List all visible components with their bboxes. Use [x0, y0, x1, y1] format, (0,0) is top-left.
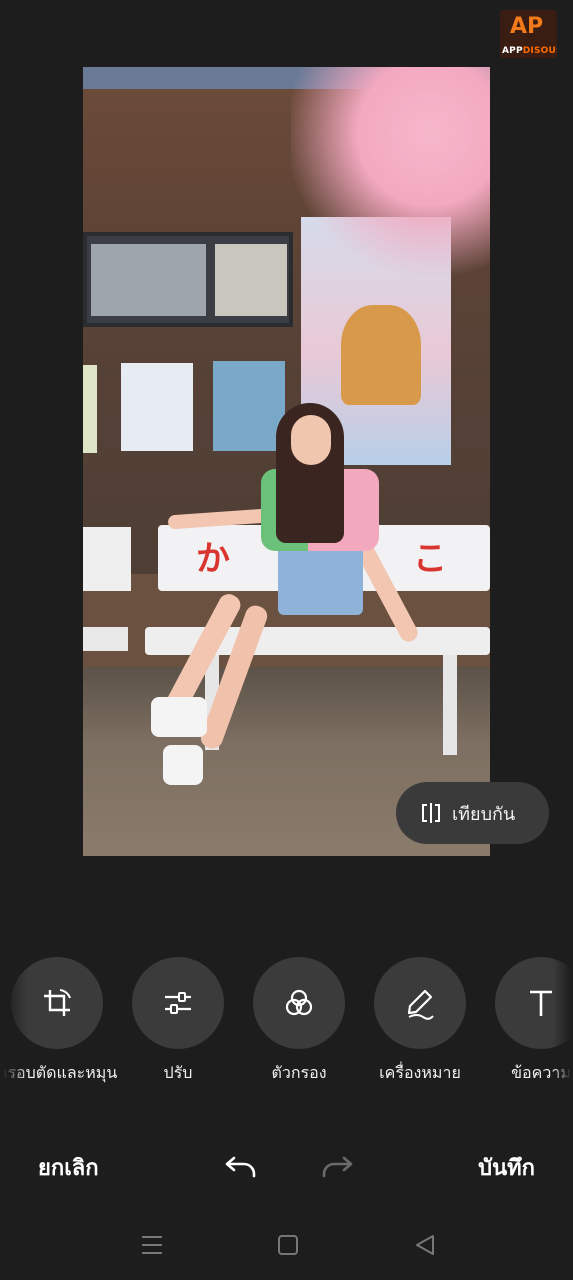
tool-circle[interactable] — [374, 957, 466, 1049]
photo-preview[interactable]: か こ — [83, 67, 490, 856]
logo-mark: AP — [510, 14, 544, 39]
back-icon[interactable] — [412, 1232, 438, 1258]
photo-bench-left-seat — [83, 627, 128, 651]
photo-shoe — [163, 745, 203, 785]
tool-markup[interactable]: เครื่องหมาย — [374, 957, 466, 1082]
crop-rotate-icon — [44, 989, 71, 1016]
compare-button[interactable]: เทียบกัน — [396, 782, 549, 844]
compare-label: เทียบกัน — [452, 803, 516, 825]
tool-label: ตัวกรอง — [271, 1063, 327, 1082]
tool-adjust[interactable]: ปรับ — [132, 957, 224, 1082]
photo-paper — [83, 365, 97, 453]
logo-text-a: APP — [502, 46, 523, 56]
tool-label: ปรับ — [163, 1063, 193, 1082]
photo-shoe — [151, 697, 207, 737]
scroll-fade-right — [553, 950, 573, 1090]
photo-poster-small-2 — [213, 361, 285, 451]
photo-window — [83, 232, 293, 327]
tool-filters[interactable]: ตัวกรอง — [253, 957, 345, 1082]
photo-bench-leg — [443, 655, 457, 755]
tool-label: เครื่องหมาย — [379, 1063, 461, 1082]
home-icon[interactable] — [275, 1232, 301, 1258]
logo-text: APPDISOUS — [502, 46, 557, 56]
tool-circle[interactable] — [253, 957, 345, 1049]
menu-icon[interactable] — [139, 1232, 165, 1258]
redo-icon[interactable] — [320, 1152, 354, 1180]
photo-poster-small-1 — [121, 363, 193, 451]
sliders-icon — [165, 992, 191, 1014]
photo-blossom — [291, 67, 490, 287]
app-logo: AP APPDISOUS — [500, 10, 557, 58]
scroll-fade-left — [0, 950, 28, 1090]
tool-circle[interactable] — [132, 957, 224, 1049]
photo-skirt — [278, 545, 363, 615]
logo-text-b: DISOUS — [522, 46, 557, 56]
photo-bench-left — [83, 527, 131, 591]
save-button[interactable]: บันทึก — [478, 1150, 535, 1185]
cancel-button[interactable]: ยกเลิก — [38, 1150, 99, 1185]
filters-icon — [285, 989, 313, 1016]
pen-markup-icon — [407, 989, 434, 1020]
compare-icon — [422, 803, 440, 823]
undo-icon[interactable] — [224, 1152, 258, 1180]
photo-face — [291, 415, 331, 465]
